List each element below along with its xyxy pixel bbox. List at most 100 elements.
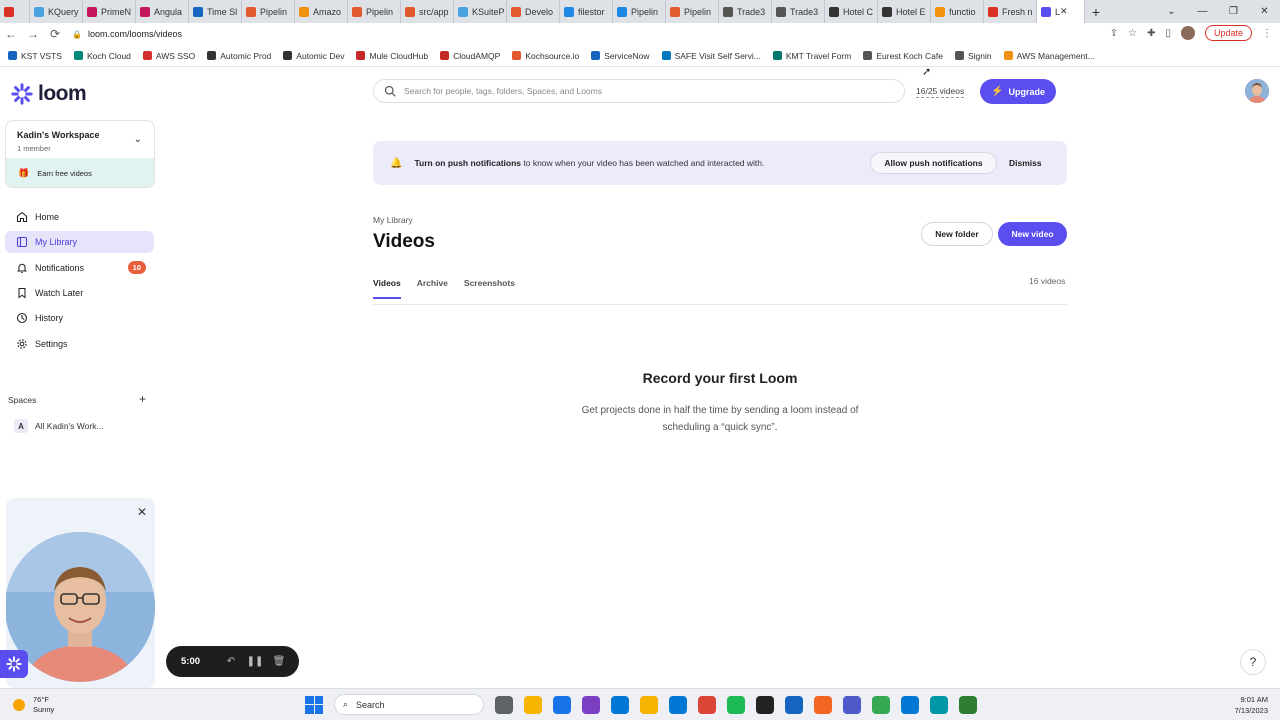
- dismiss-button[interactable]: Dismiss: [1009, 152, 1042, 174]
- new-folder-button[interactable]: New folder: [921, 222, 993, 246]
- bookmark-item[interactable]: KST VSTS: [8, 51, 62, 61]
- bookmark-item[interactable]: AWS SSO: [142, 51, 195, 61]
- taskbar-app-icon[interactable]: [872, 695, 890, 714]
- breadcrumb[interactable]: My Library: [373, 215, 413, 225]
- search-input[interactable]: [404, 86, 874, 96]
- browser-tab[interactable]: Angula: [136, 0, 189, 23]
- restore-icon[interactable]: ❐: [1218, 6, 1249, 17]
- menu-icon[interactable]: ⋮: [1262, 28, 1272, 39]
- taskbar-app-icon[interactable]: [640, 695, 658, 714]
- chevron-down-icon[interactable]: ⌄: [134, 134, 142, 145]
- help-button[interactable]: ?: [1240, 649, 1266, 675]
- taskbar-app-icon[interactable]: [495, 695, 513, 714]
- taskbar-app-icon[interactable]: [727, 695, 745, 714]
- taskbar-app-icon[interactable]: [611, 695, 629, 714]
- space-item[interactable]: A All Kadin's Work...: [14, 419, 104, 433]
- tab-videos[interactable]: Videos: [373, 278, 401, 299]
- sidepanel-icon[interactable]: ▯: [1165, 28, 1171, 39]
- browser-tab[interactable]: KQuery: [30, 0, 83, 23]
- taskbar-app-icon[interactable]: [901, 695, 919, 714]
- close-window-icon[interactable]: ✕: [1249, 6, 1280, 17]
- camera-feed[interactable]: [6, 532, 155, 682]
- trash-icon[interactable]: 🗑: [267, 656, 291, 667]
- reload-icon[interactable]: ⟳: [44, 27, 66, 41]
- search-bar[interactable]: [373, 79, 905, 103]
- taskbar-app-icon[interactable]: [756, 695, 774, 714]
- close-tab-icon[interactable]: ✕: [1060, 6, 1068, 17]
- nav-item-watch-later[interactable]: Watch Later: [5, 282, 154, 304]
- bookmark-item[interactable]: Mule CloudHub: [356, 51, 428, 61]
- browser-tab[interactable]: Trade3: [772, 0, 825, 23]
- bookmark-item[interactable]: KMT Travel Form: [772, 51, 851, 61]
- tab-archive[interactable]: Archive: [417, 278, 448, 299]
- taskbar-app-icon[interactable]: [698, 695, 716, 714]
- taskbar-app-icon[interactable]: [959, 695, 977, 714]
- browser-tab[interactable]: KSuiteP: [454, 0, 507, 23]
- browser-tab[interactable]: functio: [931, 0, 984, 23]
- new-video-button[interactable]: New video: [998, 222, 1067, 246]
- avatar[interactable]: [1245, 79, 1269, 103]
- bookmark-item[interactable]: CloudAMQP: [440, 51, 500, 61]
- browser-tab[interactable]: PrimeN: [83, 0, 136, 23]
- back-icon[interactable]: ←: [0, 27, 22, 41]
- nav-item-home[interactable]: Home: [5, 206, 154, 228]
- browser-tab-active[interactable]: L ✕: [1037, 0, 1085, 23]
- loom-recorder-launcher[interactable]: [0, 650, 28, 678]
- browser-tab[interactable]: Develo: [507, 0, 560, 23]
- bookmark-item[interactable]: Eurest Koch Cafe: [863, 51, 943, 61]
- video-quota[interactable]: 16/25 videos: [916, 86, 965, 98]
- bookmark-item[interactable]: Kochsource.io: [512, 51, 579, 61]
- allow-push-notifications-button[interactable]: Allow push notifications: [870, 152, 997, 174]
- tab-screenshots[interactable]: Screenshots: [464, 278, 515, 299]
- browser-tab[interactable]: Time Sl: [189, 0, 242, 23]
- browser-tab[interactable]: filestor: [560, 0, 613, 23]
- workspace-switcher[interactable]: Kadin's Workspace 1 member ⌄ 🎁 Earn free…: [5, 120, 155, 188]
- nav-item-settings[interactable]: Settings: [5, 333, 154, 355]
- upgrade-button[interactable]: ⚡ Upgrade: [980, 79, 1056, 104]
- undo-icon[interactable]: ↶: [219, 656, 243, 667]
- forward-icon[interactable]: →: [22, 27, 44, 41]
- url-field[interactable]: 🔒 loom.com/looms/videos: [72, 29, 182, 39]
- bookmark-item[interactable]: Automic Dev: [283, 51, 344, 61]
- browser-tab[interactable]: Hotel E: [878, 0, 931, 23]
- taskbar-app-icon[interactable]: [582, 695, 600, 714]
- profile-icon[interactable]: [1180, 26, 1195, 40]
- star-icon[interactable]: ☆: [1128, 28, 1137, 39]
- add-space-icon[interactable]: +: [139, 392, 146, 406]
- update-button[interactable]: Update: [1204, 25, 1252, 41]
- taskbar-app-icon[interactable]: [524, 695, 542, 714]
- browser-tab[interactable]: Pipelin: [666, 0, 719, 23]
- nav-item-my-library[interactable]: My Library: [5, 231, 154, 253]
- browser-tab[interactable]: Amazo: [295, 0, 348, 23]
- share-icon[interactable]: ⇪: [1110, 28, 1118, 39]
- browser-tab[interactable]: src/app: [401, 0, 454, 23]
- bookmark-item[interactable]: Signin: [954, 51, 992, 61]
- windows-start-icon[interactable]: [305, 695, 323, 714]
- taskbar-app-icon[interactable]: [930, 695, 948, 714]
- weather-widget[interactable]: 76°F Sunny: [13, 695, 54, 715]
- taskbar-app-icon[interactable]: [553, 695, 571, 714]
- bookmark-item[interactable]: Koch Cloud: [73, 51, 131, 61]
- browser-tab[interactable]: Pipelin: [242, 0, 295, 23]
- new-tab-button[interactable]: +: [1085, 4, 1107, 20]
- browser-tab[interactable]: Trade3: [719, 0, 772, 23]
- taskbar-search[interactable]: ⌕ Search: [334, 694, 484, 715]
- browser-tab[interactable]: Hotel C: [825, 0, 878, 23]
- browser-tab[interactable]: Pipelin: [613, 0, 666, 23]
- tab-search-icon[interactable]: ⌄: [1156, 6, 1187, 17]
- bookmark-item[interactable]: ServiceNow: [591, 51, 650, 61]
- bookmark-item[interactable]: SAFE Visit Self Servi...: [661, 51, 761, 61]
- taskbar-app-icon[interactable]: [669, 695, 687, 714]
- taskbar-app-icon[interactable]: [785, 695, 803, 714]
- nav-item-notifications[interactable]: Notifications 10: [5, 257, 154, 279]
- nav-item-history[interactable]: History: [5, 307, 154, 329]
- browser-tab[interactable]: Fresh n: [984, 0, 1037, 23]
- browser-tab[interactable]: [0, 0, 30, 23]
- taskbar-app-icon[interactable]: [814, 695, 832, 714]
- loom-logo[interactable]: loom: [11, 82, 87, 106]
- extensions-icon[interactable]: ✚: [1147, 28, 1155, 39]
- minimize-icon[interactable]: —: [1187, 6, 1218, 17]
- system-clock[interactable]: 9:01 AM 7/13/2023: [1235, 694, 1268, 716]
- earn-free-videos[interactable]: 🎁 Earn free videos: [6, 158, 154, 187]
- browser-tab[interactable]: Pipelin: [348, 0, 401, 23]
